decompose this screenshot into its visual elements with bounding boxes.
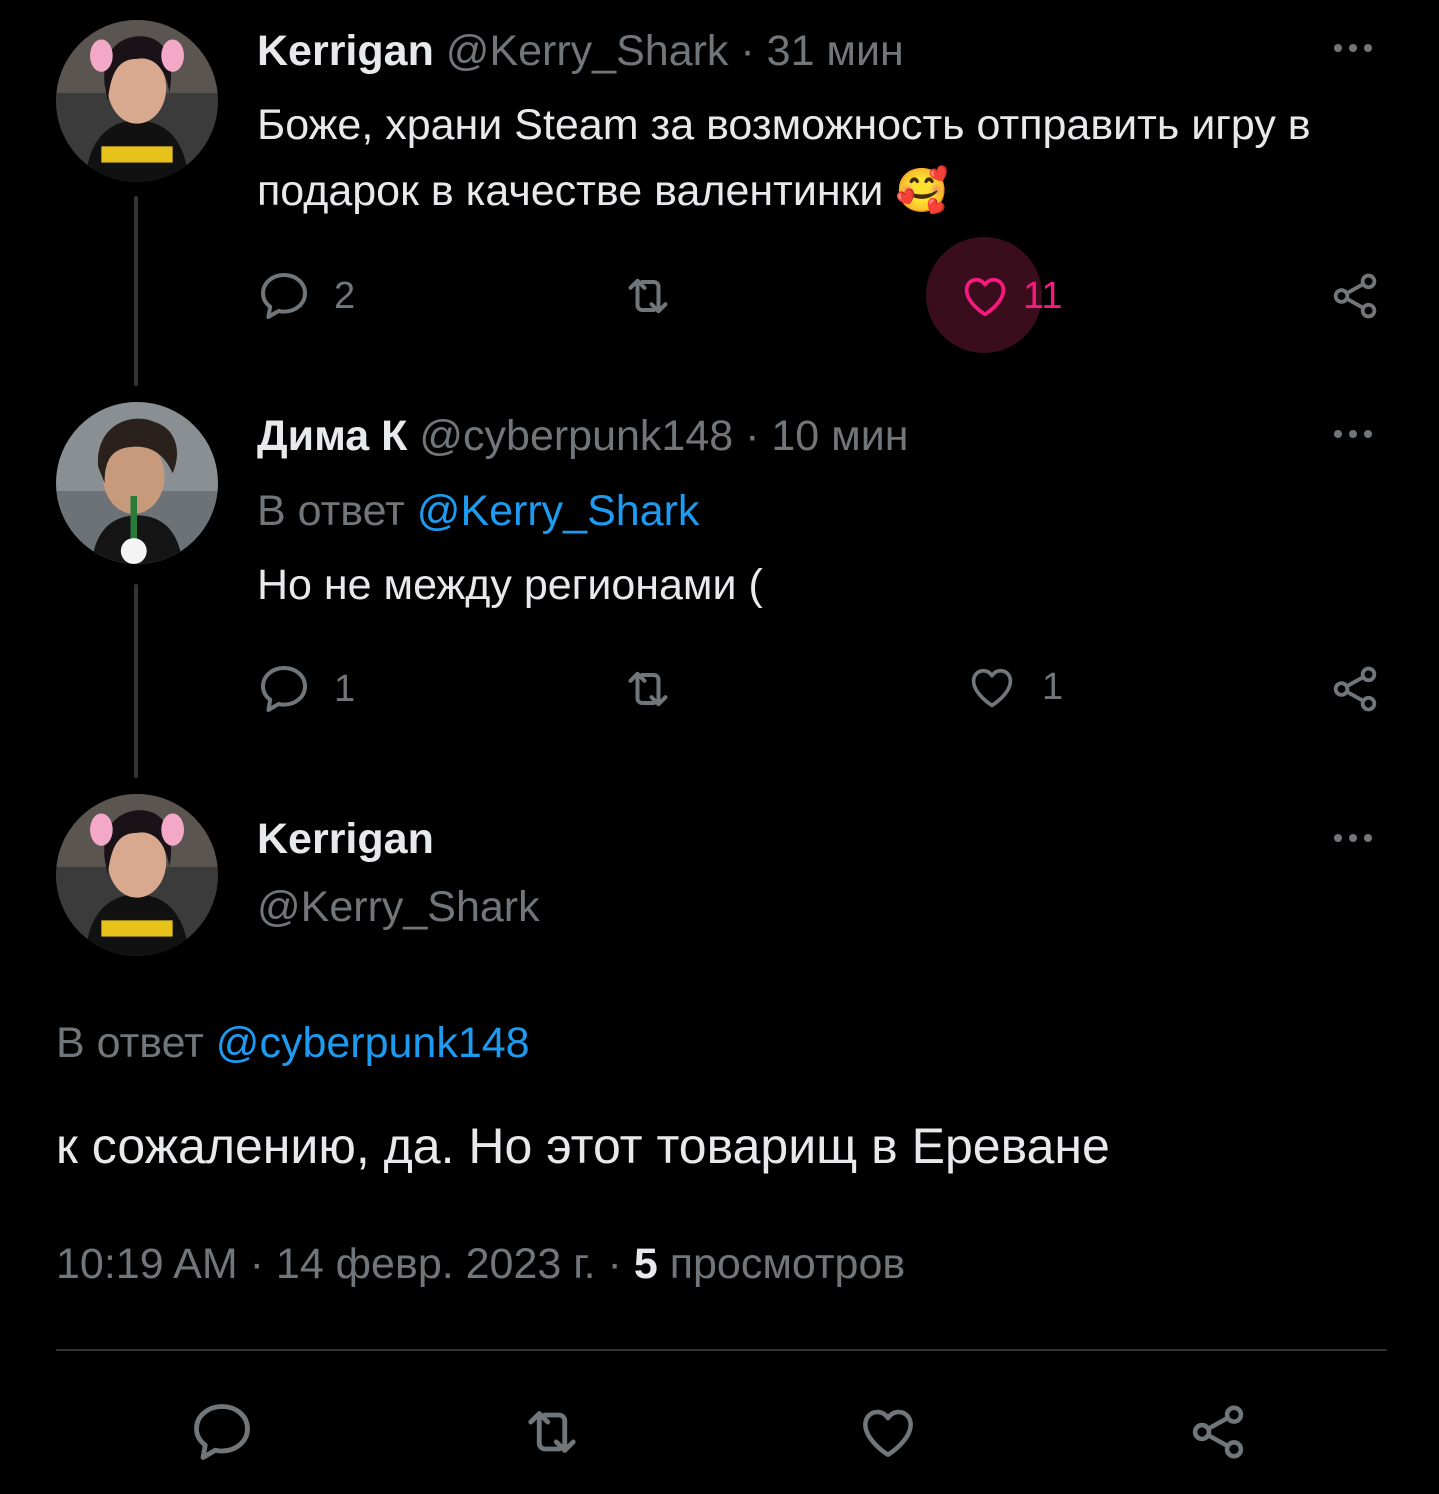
retweet-icon bbox=[618, 268, 678, 324]
tweet-header: Дима К @cyberpunk148 · 10 мин bbox=[257, 415, 909, 458]
author-name-text: Kerrigan bbox=[257, 815, 434, 863]
tweet-meta: 10:19 AM · 14 февр. 2023 г. · 5 просмотр… bbox=[56, 1243, 905, 1286]
share-button[interactable] bbox=[1328, 661, 1382, 717]
avatar[interactable] bbox=[56, 794, 218, 956]
thread-connector bbox=[134, 584, 138, 778]
like-icon bbox=[855, 1400, 921, 1464]
tweet-time[interactable]: · 10 мин bbox=[745, 412, 908, 460]
reply-icon bbox=[188, 1398, 256, 1466]
retweet-button[interactable] bbox=[618, 268, 678, 324]
tweet-time[interactable]: 10:19 AM bbox=[56, 1240, 238, 1288]
avatar[interactable] bbox=[56, 402, 218, 564]
share-icon bbox=[1328, 268, 1382, 324]
more-icon[interactable] bbox=[1334, 44, 1372, 52]
retweet-button[interactable] bbox=[618, 661, 678, 717]
like-button[interactable]: 1 bbox=[964, 661, 1063, 713]
author-name[interactable]: Kerrigan bbox=[257, 818, 434, 861]
tweet-date[interactable]: · 14 февр. 2023 г. · bbox=[250, 1240, 622, 1288]
reply-count: 2 bbox=[334, 274, 356, 317]
reply-context: В ответ @Kerry_Shark bbox=[257, 490, 699, 533]
tweet-time[interactable]: · 31 мин bbox=[740, 27, 903, 75]
tweet-text: Но не между регионами ( bbox=[257, 561, 763, 609]
thread-connector bbox=[134, 196, 138, 386]
tweet-text: Боже, храни Steam за возможность отправи… bbox=[257, 101, 1311, 215]
reply-icon bbox=[256, 661, 312, 717]
author-name[interactable]: Kerrigan bbox=[257, 27, 434, 75]
views-label: просмотров bbox=[669, 1240, 906, 1288]
like-count: 11 bbox=[1023, 274, 1063, 317]
share-icon bbox=[1186, 1398, 1250, 1466]
retweet-icon bbox=[516, 1398, 588, 1466]
like-button[interactable]: 11 bbox=[957, 270, 1062, 322]
main-tweet-text: к сожалению, да. Но этот товарищ в Ерева… bbox=[56, 1118, 1110, 1174]
more-icon[interactable] bbox=[1334, 430, 1372, 438]
share-button[interactable] bbox=[1186, 1398, 1250, 1466]
reply-button[interactable] bbox=[188, 1398, 256, 1466]
like-icon bbox=[957, 270, 1013, 322]
reply-prefix: В ответ bbox=[257, 487, 405, 535]
retweet-icon bbox=[618, 661, 678, 717]
reply-button[interactable]: 1 bbox=[256, 661, 355, 717]
views-count: 5 bbox=[633, 1240, 658, 1288]
like-count: 1 bbox=[1042, 665, 1064, 708]
mention-link[interactable]: @Kerry_Shark bbox=[417, 487, 700, 535]
author-handle-text: @Kerry_Shark bbox=[257, 883, 540, 931]
tweet-header: Kerrigan @Kerry_Shark · 31 мин bbox=[257, 30, 904, 73]
avatar[interactable] bbox=[56, 20, 218, 182]
like-button[interactable] bbox=[855, 1400, 921, 1464]
author-handle[interactable]: @Kerry_Shark bbox=[257, 886, 540, 929]
like-icon bbox=[964, 661, 1020, 713]
reply-button[interactable]: 2 bbox=[256, 268, 355, 324]
reply-context: В ответ @cyberpunk148 bbox=[56, 1022, 530, 1065]
more-icon[interactable] bbox=[1334, 834, 1372, 842]
author-handle[interactable]: @Kerry_Shark bbox=[446, 27, 729, 75]
divider bbox=[56, 1349, 1387, 1351]
reply-icon bbox=[256, 268, 312, 324]
reply-prefix: В ответ bbox=[56, 1019, 204, 1067]
reply-count: 1 bbox=[334, 667, 356, 710]
share-icon bbox=[1328, 661, 1382, 717]
author-handle[interactable]: @cyberpunk148 bbox=[419, 412, 733, 460]
share-button[interactable] bbox=[1328, 268, 1382, 324]
retweet-button[interactable] bbox=[516, 1398, 588, 1466]
author-name[interactable]: Дима К bbox=[257, 412, 407, 460]
mention-link[interactable]: @cyberpunk148 bbox=[216, 1019, 530, 1067]
